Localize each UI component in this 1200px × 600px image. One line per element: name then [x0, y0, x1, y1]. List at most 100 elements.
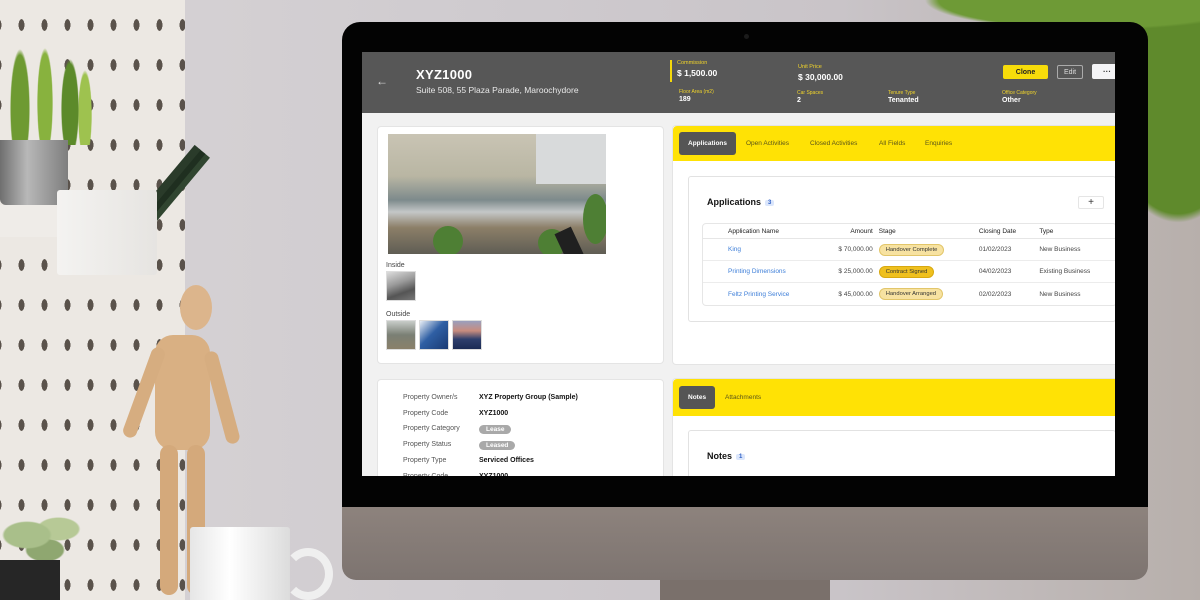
status-badge: Leased — [479, 441, 516, 450]
notes-section: Notes 1 — [688, 430, 1115, 476]
column-header-closing-date[interactable]: Closing Date — [975, 224, 1037, 239]
stage-badge: Contract Signed — [878, 265, 935, 278]
row-spacer — [703, 261, 725, 283]
app-screen: ← XYZ1000 Suite 508, 55 Plaza Parade, Ma… — [362, 52, 1115, 476]
property-code-row: Property Code XYZ1000 — [403, 410, 508, 420]
field-value: Other — [1002, 97, 1021, 104]
main-property-photo[interactable] — [388, 134, 606, 254]
unit-price-field: Unit Price $ 30,000.00 — [798, 64, 843, 82]
field-value: $ 1,500.00 — [677, 68, 718, 78]
tenure-type-field: Tenure Type Tenanted — [888, 90, 919, 104]
photo-tree — [583, 194, 606, 244]
field-value: 189 — [679, 96, 691, 103]
tab-closed-activities[interactable]: Closed Activities — [810, 132, 857, 155]
mannequin-head — [180, 285, 212, 330]
field-label: Property Code — [403, 473, 448, 476]
property-owner-row: Property Owner/s XYZ Property Group (Sam… — [403, 394, 578, 404]
office-category-field: Office Category Other — [1002, 90, 1037, 104]
outside-photo-thumbnail[interactable] — [419, 320, 449, 350]
notes-tabs: Notes Attachments — [673, 379, 1115, 416]
field-value: Tenanted — [888, 97, 919, 104]
field-value: 2 — [797, 97, 801, 104]
inside-label: Inside — [386, 262, 405, 269]
clone-button[interactable]: Clone — [1003, 65, 1048, 79]
photo-gallery-card: Inside Outside — [377, 126, 664, 364]
table-row[interactable]: Feltz Printing Service $ 45,000.00 Hando… — [703, 283, 1115, 305]
amount-cell: $ 70,000.00 — [819, 239, 876, 261]
field-label: Property Category — [403, 425, 460, 432]
notes-heading: Notes 1 — [707, 451, 746, 461]
mug-handle — [283, 548, 333, 600]
tab-open-activities[interactable]: Open Activities — [746, 132, 789, 155]
outside-label: Outside — [386, 311, 411, 318]
record-address: Suite 508, 55 Plaza Parade, Maroochydore — [416, 85, 579, 95]
tab-attachments[interactable]: Attachments — [725, 386, 761, 409]
property-category-row: Property Category Lease — [403, 425, 512, 435]
pencil-holder — [57, 190, 157, 275]
tab-enquiries[interactable]: Enquiries — [925, 132, 952, 155]
table-header-row: Application Name Amount Stage Closing Da… — [703, 224, 1115, 239]
monitor-camera — [744, 34, 749, 39]
field-label: Car Spaces — [797, 90, 824, 96]
monitor-stand — [660, 580, 830, 600]
related-lists-card: Applications Open Activities Closed Acti… — [672, 125, 1115, 365]
column-header-type[interactable]: Type — [1036, 224, 1115, 239]
tab-notes[interactable]: Notes — [679, 386, 716, 409]
row-spacer — [703, 239, 725, 261]
outside-photo-thumbnail[interactable] — [452, 320, 482, 350]
type-cell: New Business — [1036, 239, 1115, 261]
photo-sky — [536, 134, 606, 184]
stage-badge: Handover Arranged — [878, 288, 944, 300]
field-label: Commission — [677, 60, 708, 66]
outside-photo-thumbnail[interactable] — [386, 320, 416, 350]
field-value: XYZ1000 — [479, 410, 509, 417]
section-title: Notes — [707, 451, 733, 461]
application-name-link[interactable]: Printing Dimensions — [728, 268, 786, 275]
table-row[interactable]: Printing Dimensions $ 25,000.00 Contract… — [703, 261, 1115, 283]
column-header-stage[interactable]: Stage — [875, 224, 976, 239]
field-label: Property Status — [403, 441, 452, 448]
more-options-button[interactable]: ··· — [1092, 64, 1115, 79]
applications-heading: Applications 3 — [707, 197, 775, 207]
applications-section: Applications 3 + Application Name Amount … — [688, 176, 1115, 322]
stage-badge: Handover Complete — [878, 243, 945, 256]
commission-field: Commission $ 1,500.00 — [677, 60, 717, 78]
application-name-link[interactable]: King — [728, 246, 741, 253]
inside-photo-thumbnail[interactable] — [386, 271, 416, 301]
row-spacer — [703, 283, 725, 305]
category-badge: Lease — [479, 425, 512, 434]
column-header-amount[interactable]: Amount — [819, 224, 876, 239]
section-title: Applications — [707, 197, 762, 207]
application-name-link[interactable]: Feltz Printing Service — [728, 291, 789, 298]
edit-button[interactable]: Edit — [1057, 65, 1083, 79]
add-application-button[interactable]: + — [1078, 196, 1104, 209]
white-mug — [190, 527, 290, 600]
field-label: Floor Area (m2) — [679, 89, 714, 95]
column-spacer — [703, 224, 725, 239]
closing-date-cell: 02/02/2023 — [978, 290, 1012, 298]
property-code-row: Property Code XYZ1000 — [403, 473, 508, 476]
field-value: XYZ Property Group (Sample) — [479, 394, 578, 401]
field-label: Property Code — [403, 410, 449, 417]
field-value: $ 30,000.00 — [798, 72, 843, 82]
arrow-left-icon[interactable]: ← — [376, 74, 388, 88]
record-title: XYZ1000 — [416, 67, 473, 82]
field-label: Property Type — [403, 457, 447, 464]
car-spaces-field: Car Spaces 2 — [797, 90, 823, 104]
applications-table: Application Name Amount Stage Closing Da… — [702, 223, 1115, 306]
column-header-name[interactable]: Application Name — [725, 224, 820, 239]
field-label: Unit Price — [798, 64, 822, 70]
count-badge: 1 — [736, 454, 746, 460]
tab-applications[interactable]: Applications — [679, 132, 737, 155]
table-row[interactable]: King $ 70,000.00 Handover Complete 01/02… — [703, 239, 1115, 261]
tab-all-fields[interactable]: All Fields — [879, 132, 905, 155]
field-label: Property Owner/s — [403, 394, 458, 401]
mannequin-leg-left — [160, 445, 178, 595]
property-status-row: Property Status Leased — [403, 441, 516, 451]
type-cell: New Business — [1039, 290, 1081, 298]
field-label: Tenure Type — [888, 90, 916, 96]
field-label: Office Category — [1002, 90, 1037, 96]
closing-date-cell: 04/02/2023 — [975, 261, 1037, 283]
related-tabs: Applications Open Activities Closed Acti… — [673, 126, 1115, 161]
amount-cell: $ 45,000.00 — [838, 290, 873, 298]
